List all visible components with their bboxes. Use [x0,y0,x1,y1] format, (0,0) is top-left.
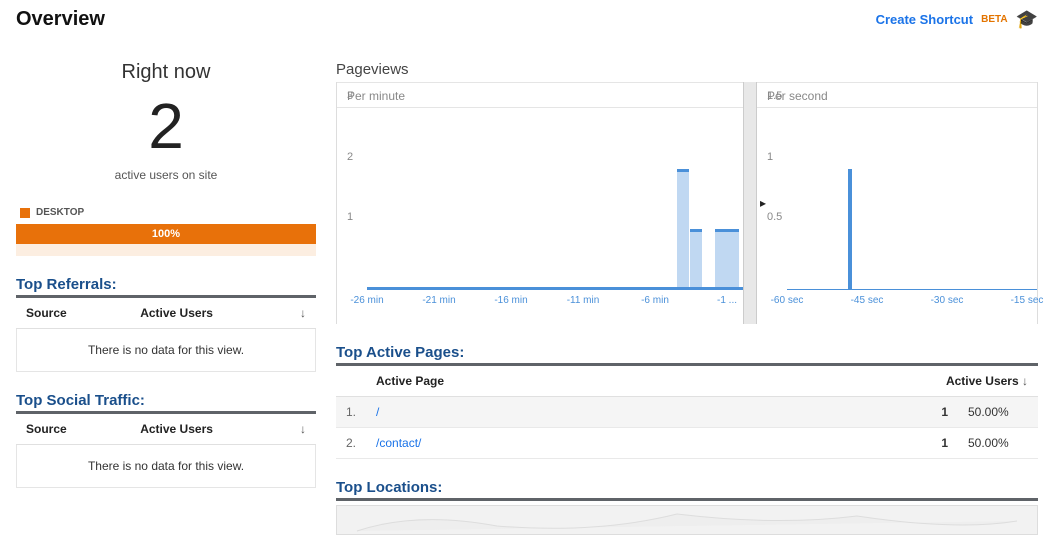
right-now-title: Right now [16,61,316,84]
active-page-link[interactable]: / [376,405,379,419]
beta-badge: BETA [981,14,1007,25]
row-percent: 50.00% [958,397,1038,428]
top-locations-title: Top Locations: [336,479,1038,496]
pageviews-title: Pageviews [336,61,1038,78]
col-active-page[interactable]: Active Page [366,366,918,397]
active-users-count: 2 [16,94,316,158]
chart-divider-handle[interactable]: ▸ [743,82,757,324]
active-users-label: active users on site [16,168,316,182]
per-second-label: Per second [757,82,1037,108]
device-color-swatch [20,208,30,218]
top-social-empty: There is no data for this view. [16,445,316,488]
active-page-link[interactable]: /contact/ [376,436,421,450]
device-percent-bar: 100% [16,224,316,244]
top-referrals-empty: There is no data for this view. [16,329,316,372]
table-row: 2. /contact/150.00% [336,428,1038,459]
sort-down-icon[interactable]: ↓ [1022,374,1028,388]
top-active-pages-table: Active Page Active Users ↓ 1. / 150.00% 2. /… [336,366,1038,459]
table-row: 1. / 150.00% [336,397,1038,428]
row-count: 1 [918,428,958,459]
device-name: DESKTOP [36,207,84,218]
col-source[interactable]: Source [16,298,130,329]
col-source[interactable]: Source [16,414,130,445]
sort-down-icon[interactable]: ↓ [300,422,306,436]
per-minute-chart: Per minute 123-26 min-21 min-16 min-11 m… [337,82,743,324]
create-shortcut-link[interactable]: Create Shortcut [876,12,974,27]
row-count: 1 [918,397,958,428]
top-referrals-title: Top Referrals: [16,276,316,293]
col-active-users[interactable]: Active Users↓ [130,298,316,329]
col-active-users[interactable]: Active Users ↓ [918,366,1038,397]
top-active-pages-title: Top Active Pages: [336,344,1038,361]
top-social-table: Source Active Users↓ [16,414,316,445]
top-referrals-table: Source Active Users↓ [16,298,316,329]
sort-down-icon[interactable]: ↓ [300,306,306,320]
row-percent: 50.00% [958,428,1038,459]
locations-map[interactable] [336,505,1038,535]
row-index: 1. [336,397,366,428]
row-index: 2. [336,428,366,459]
per-minute-label: Per minute [337,82,743,108]
device-percent-label: 100% [152,228,180,240]
page-title: Overview [16,8,105,31]
right-now-panel: Right now 2 active users on site DESKTOP… [16,61,316,256]
per-second-chart: Per second 0.511.5-60 sec-45 sec-30 sec-… [757,82,1037,324]
col-active-users[interactable]: Active Users↓ [130,414,316,445]
top-social-title: Top Social Traffic: [16,392,316,409]
education-icon[interactable]: 🎓 [1016,9,1038,30]
